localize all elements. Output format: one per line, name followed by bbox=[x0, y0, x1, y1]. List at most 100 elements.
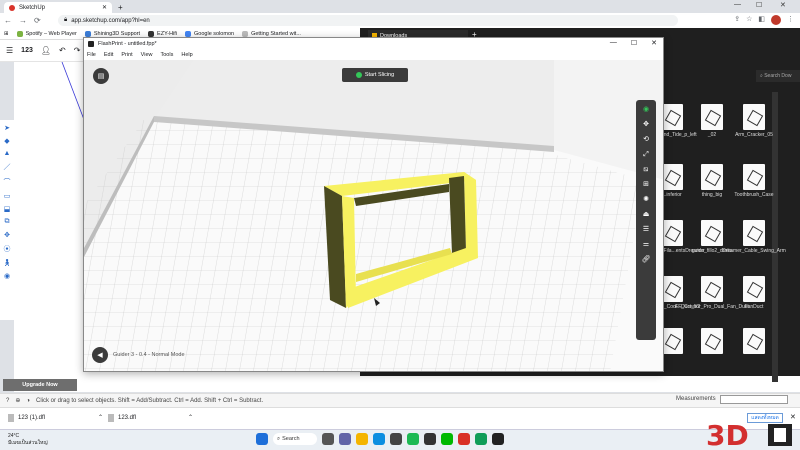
help-icon[interactable]: ? bbox=[6, 398, 9, 404]
minimize-icon[interactable]: — bbox=[610, 39, 617, 47]
user-icon[interactable]: 👤︎ bbox=[41, 46, 51, 55]
bookmark-item[interactable]: Spotify – Web Player bbox=[16, 30, 77, 37]
cut-icon[interactable]: ⧅ bbox=[644, 165, 648, 174]
menu-help[interactable]: Help bbox=[181, 52, 192, 58]
url-text: app.sketchup.com/app?hl=en bbox=[71, 17, 150, 24]
maximize-icon[interactable]: ☐ bbox=[756, 1, 762, 9]
menu-file[interactable]: File bbox=[87, 52, 96, 58]
browser-tab-sketchup[interactable]: SketchUp ✕ bbox=[4, 2, 112, 13]
bookmark-star-icon[interactable]: ☆ bbox=[746, 15, 752, 25]
hamburger-icon[interactable]: ☰ bbox=[6, 46, 13, 55]
stl-file-icon bbox=[743, 220, 765, 246]
edge-icon[interactable] bbox=[373, 433, 385, 445]
task-view-icon[interactable] bbox=[322, 433, 334, 445]
push-pull-tool-icon[interactable]: ⬓ bbox=[4, 205, 11, 213]
spotify-icon[interactable] bbox=[407, 433, 419, 445]
maximize-icon[interactable]: ☐ bbox=[631, 39, 637, 47]
new-tab-icon[interactable]: + bbox=[118, 3, 123, 12]
teams-icon[interactable] bbox=[339, 433, 351, 445]
file-item[interactable]: thing_big bbox=[692, 164, 732, 198]
link-icon[interactable]: 🔗︎ bbox=[642, 255, 651, 264]
settings-sliders-icon[interactable]: ⚌ bbox=[643, 240, 649, 249]
chrome-icon[interactable] bbox=[458, 433, 470, 445]
machine-icon[interactable]: ◀ bbox=[92, 347, 108, 363]
tape-tool-icon[interactable]: ⦿ bbox=[4, 244, 11, 254]
flashprint-3d-viewport[interactable]: ▤ Start Slicing ◉ ✥ ⟲ ⤢ ⧅ ⊞ ✺ ⏏ ☰ ⚌ 🔗︎ ◀… bbox=[84, 60, 663, 371]
line-icon[interactable] bbox=[441, 433, 453, 445]
close-window-icon[interactable]: ✕ bbox=[780, 1, 786, 9]
file-item[interactable]: Toothbrush_Case bbox=[734, 164, 774, 198]
avatar[interactable] bbox=[771, 15, 781, 25]
support-icon[interactable]: ✺ bbox=[643, 195, 649, 204]
offset-tool-icon[interactable]: ⧉ bbox=[5, 218, 10, 226]
start-slicing-button[interactable]: Start Slicing bbox=[342, 68, 408, 82]
start-icon[interactable] bbox=[256, 433, 268, 445]
globe-icon[interactable]: ⊕ bbox=[15, 397, 20, 404]
eraser-tool-icon[interactable]: ◆ bbox=[4, 137, 9, 145]
paint-tool-icon[interactable]: ▲ bbox=[4, 150, 11, 157]
undo-icon[interactable]: ↶ bbox=[59, 46, 66, 55]
rectangle-tool-icon[interactable]: ▭ bbox=[4, 192, 11, 200]
menu-dots-icon[interactable]: ⋮ bbox=[787, 15, 794, 25]
file-item[interactable]: _02 bbox=[692, 104, 732, 138]
extrude-icon[interactable]: ⊞ bbox=[643, 180, 649, 189]
menu-edit[interactable]: Edit bbox=[104, 52, 113, 58]
file-item[interactable] bbox=[734, 328, 774, 356]
bookmark-item[interactable]: Shining3D Support bbox=[84, 30, 140, 37]
bookmark-item[interactable]: Getting Started wit... bbox=[242, 30, 301, 37]
upgrade-now-button[interactable]: Upgrade Now bbox=[3, 379, 77, 391]
menu-tools[interactable]: Tools bbox=[161, 52, 174, 58]
redo-icon[interactable]: ↷ bbox=[74, 46, 81, 55]
search-icon: ⌕ bbox=[277, 435, 281, 442]
explorer-search-input[interactable]: ⌕ Search Dow bbox=[756, 70, 800, 82]
ezy-icon bbox=[148, 30, 155, 37]
arc-tool-icon[interactable]: ⌒ bbox=[4, 177, 11, 187]
select-tool-icon[interactable]: ➤ bbox=[4, 124, 10, 132]
weather-widget[interactable]: 24°C มีเมฆเป็นส่วนใหญ่ bbox=[8, 433, 48, 447]
bookmark-item[interactable]: EZY-Hifi bbox=[148, 30, 177, 37]
file-item[interactable]: FanDuct bbox=[734, 276, 774, 310]
download-item[interactable]: 123 (1).dfl bbox=[8, 414, 45, 422]
file-explorer-icon[interactable] bbox=[356, 433, 368, 445]
reload-icon[interactable]: ⟳ bbox=[34, 16, 41, 25]
menu-view[interactable]: View bbox=[141, 52, 153, 58]
move-tool-icon[interactable]: ✥ bbox=[4, 231, 10, 239]
menu-print[interactable]: Print bbox=[121, 52, 132, 58]
layers-icon[interactable]: ☰ bbox=[643, 225, 649, 234]
move-icon[interactable]: ✥ bbox=[643, 120, 649, 129]
close-icon[interactable]: ✕ bbox=[651, 39, 657, 47]
extensions-icon[interactable]: ◧ bbox=[758, 15, 765, 25]
address-bar[interactable]: 🔒︎ app.sketchup.com/app?hl=en bbox=[58, 15, 678, 26]
apps-icon[interactable]: ⊞ bbox=[4, 31, 9, 37]
bookmark-item[interactable]: Google solomon bbox=[185, 30, 234, 37]
file-item[interactable]: Arm_Cracker_05 bbox=[734, 104, 774, 138]
app-icon[interactable] bbox=[424, 433, 436, 445]
back-icon[interactable]: ← bbox=[4, 16, 12, 25]
document-icon[interactable]: ▤ bbox=[93, 68, 109, 84]
person-icon[interactable]: ◑ bbox=[26, 398, 30, 404]
download-item[interactable]: 123.dfl bbox=[108, 414, 136, 422]
view-eye-icon[interactable]: ◉ bbox=[643, 105, 649, 114]
minimize-icon[interactable]: — bbox=[734, 1, 741, 8]
rotate-icon[interactable]: ⟲ bbox=[643, 135, 649, 144]
close-tab-icon[interactable]: ✕ bbox=[102, 4, 107, 11]
flashprint-taskbar-icon[interactable] bbox=[492, 433, 504, 445]
share-icon[interactable]: ⇪ bbox=[734, 15, 740, 25]
download-options-icon[interactable]: ⌃ bbox=[188, 414, 193, 421]
place-on-bed-icon[interactable]: ⏏ bbox=[643, 210, 650, 219]
position-camera-icon[interactable]: ◉ bbox=[4, 272, 10, 280]
file-item[interactable]: FF_Creator_Pro_Dual_Fan_Duct bbox=[675, 276, 749, 310]
taskbar-search[interactable]: ⌕ Search bbox=[273, 433, 317, 445]
file-item[interactable] bbox=[692, 328, 732, 356]
forward-icon[interactable]: → bbox=[19, 16, 27, 25]
line-tool-icon[interactable]: ／ bbox=[4, 162, 11, 172]
file-icon bbox=[8, 414, 14, 422]
store-icon[interactable] bbox=[390, 433, 402, 445]
stl-file-icon bbox=[661, 164, 683, 190]
scale-icon[interactable]: ⤢ bbox=[643, 150, 649, 159]
download-options-icon[interactable]: ⌃ bbox=[98, 414, 103, 421]
measurements-input[interactable] bbox=[720, 395, 788, 404]
file-item[interactable]: Dreamer_Cable_Swing_Arm bbox=[722, 220, 786, 254]
walk-tool-icon[interactable]: 🚶︎ bbox=[3, 259, 12, 267]
sheets-icon[interactable] bbox=[475, 433, 487, 445]
